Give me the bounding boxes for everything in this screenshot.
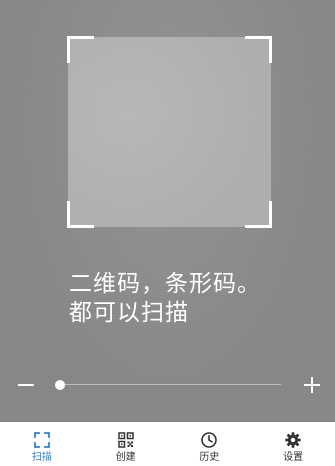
zoom-out-icon[interactable] [18, 384, 34, 386]
scan-frame-corner-bottom-right [245, 201, 272, 228]
zoom-slider-thumb[interactable] [55, 380, 65, 390]
tab-create-label: 创建 [115, 452, 136, 463]
scan-frame-corner-top-right [245, 36, 272, 63]
scan-frame-corner-bottom-left [67, 201, 94, 228]
tab-scan[interactable]: 扫描 [0, 422, 84, 466]
scanner-screen: 二维码，条形码。 都可以扫描 扫描 创建 历史 设置 [0, 0, 335, 466]
scan-hint: 二维码，条形码。 都可以扫描 [69, 270, 261, 328]
scan-hint-line-2: 都可以扫描 [69, 300, 189, 326]
zoom-in-icon[interactable] [304, 377, 320, 393]
camera-preview: 二维码，条形码。 都可以扫描 [0, 0, 335, 422]
scan-hint-line-1: 二维码，条形码。 [69, 271, 261, 297]
tab-history[interactable]: 历史 [168, 422, 252, 466]
tab-settings-label: 设置 [283, 452, 304, 463]
tab-history-label: 历史 [199, 452, 220, 463]
scan-frame-icon [33, 432, 50, 448]
scan-frame [67, 36, 272, 228]
bottom-tab-bar: 扫描 创建 历史 设置 [0, 422, 335, 466]
tab-scan-label: 扫描 [31, 452, 52, 463]
zoom-slider-track[interactable] [57, 384, 281, 385]
tab-settings[interactable]: 设置 [251, 422, 335, 466]
gear-icon [285, 432, 301, 448]
qr-code-icon [117, 432, 134, 448]
clock-icon [201, 432, 218, 448]
tab-create[interactable]: 创建 [84, 422, 168, 466]
scan-frame-corner-top-left [67, 36, 94, 63]
zoom-control [0, 372, 335, 398]
